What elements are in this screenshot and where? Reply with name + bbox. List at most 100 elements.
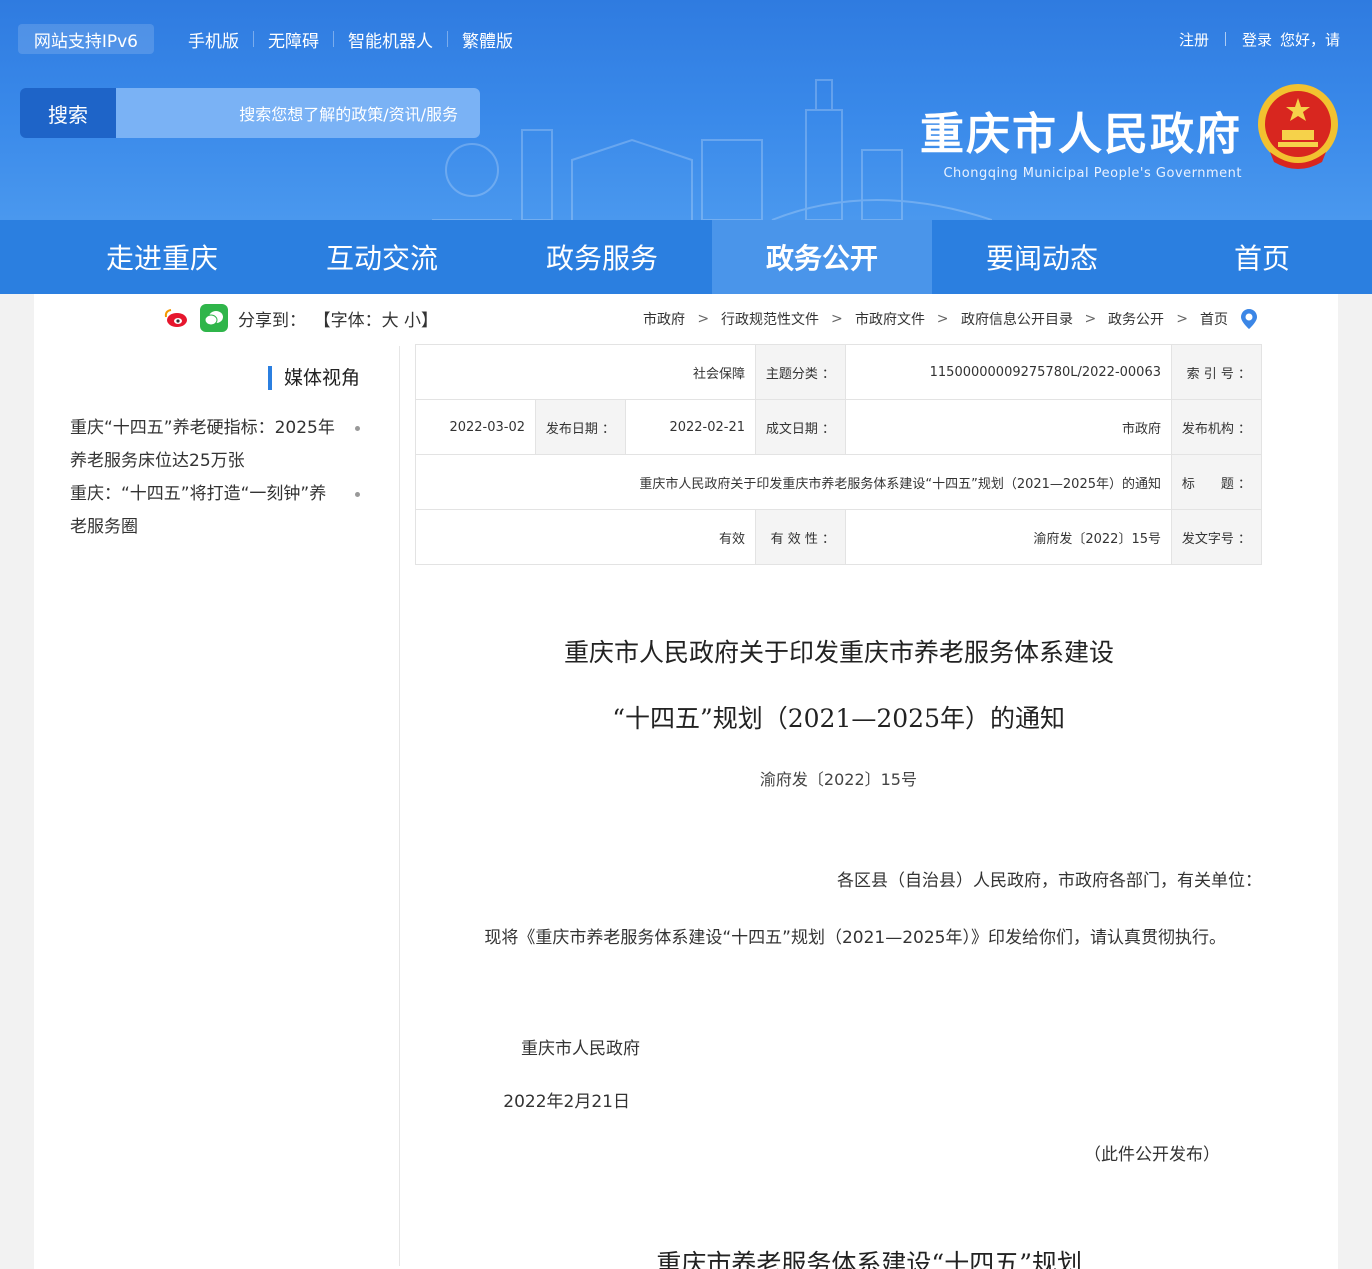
register-link[interactable]: 注册 (1179, 29, 1209, 50)
meta-index-no: 11500000009275780L/2022-00063 (929, 364, 1161, 380)
meta-value: 市政府 (845, 399, 1172, 455)
tab-label: 互动交流 (326, 242, 439, 275)
site-brand[interactable]: 重庆市人民政府 Chongqing Municipal People's Gov… (920, 98, 1242, 181)
tab-about-chongqing[interactable]: 走进重庆 (52, 220, 272, 294)
meta-label: 发布日期 ： (535, 399, 626, 455)
meta-value: 2022-03-02 (415, 399, 536, 455)
meta-label-text: 发文字号 ： (1181, 531, 1251, 547)
breadcrumb-separator: < (831, 311, 843, 327)
meta-value: 重庆市人民政府关于印发重庆市养老服务体系建设“十四五”规划（2021—2025年… (415, 454, 1172, 510)
note-text: （此件公开发布） (1084, 1145, 1220, 1165)
mobile-link[interactable]: 手机版 (188, 27, 239, 52)
login-link[interactable]: 登录 (1242, 29, 1272, 50)
divider (333, 31, 335, 47)
date-text: 2022年2月21日 (503, 1092, 630, 1112)
accessibility-link[interactable]: 无障碍 (268, 27, 319, 52)
meta-label: 标 题 ： (1171, 454, 1262, 510)
sidebar-title: 媒体视角 (267, 366, 360, 390)
tab-label: 政务服务 (546, 242, 659, 275)
breadcrumb-normative-docs[interactable]: 行政规范性文件 (721, 309, 819, 329)
list-item[interactable]: 重庆：“十四五”将打造“一刻钟”养老服务圈 (70, 478, 360, 544)
wechat-icon[interactable] (200, 304, 228, 332)
body-text: 现将《重庆市养老服务体系建设“十四五”规划（2021—2025年）》印发给你们，… (484, 928, 1226, 948)
tab-services[interactable]: 政务服务 (492, 220, 712, 294)
meta-topic: 社会保障 (692, 366, 745, 382)
location-pin-icon (1241, 309, 1257, 329)
meta-label: 有 效 性 ： (755, 509, 846, 565)
search-button[interactable]: 搜索 (20, 88, 116, 138)
meta-label-text: 标 题 ： (1181, 476, 1251, 492)
table-row: 标 题 ： 重庆市人民政府关于印发重庆市养老服务体系建设“十四五”规划（2021… (415, 454, 1262, 510)
sidebar-list: 重庆“十四五”养老硬指标：2025年养老服务床位达25万张 重庆：“十四五”将打… (70, 412, 360, 544)
table-row: 发文字号 ： 渝府发〔2022〕15号 有 效 性 ： 有效 (415, 509, 1262, 565)
article-title-line2: “十四五”规划（2021—2025年）的通知 (612, 704, 1065, 733)
ipv6-badge: 网站支持IPv6 (34, 31, 139, 52)
article-body: 现将《重庆市养老服务体系建设“十四五”规划（2021—2025年）》印发给你们，… (484, 923, 1226, 948)
share-bar: 分享到： (162, 304, 306, 332)
meta-label: 索 引 号 ： (1171, 344, 1262, 400)
article-doc-number: 渝府发〔2022〕15号 (759, 770, 918, 789)
table-row: 发布机构 ： 市政府 成文日期 ： 2022-02-21 发布日期 ： 2022… (415, 399, 1262, 455)
breadcrumb: 首页 < 政务公开 < 政府信息公开目录 < 市政府文件 < 行政规范性文件 <… (643, 308, 1258, 330)
article-note: （此件公开发布） (1084, 1140, 1220, 1165)
meta-issuer: 市政府 (1121, 421, 1161, 437)
meta-label: 主题分类 ： (755, 344, 846, 400)
site-header: 您好，请 登录 注册 繁體版 智能机器人 无障碍 手机版 网站支持IPv6 重庆… (0, 0, 1372, 220)
share-label: 分享到： (238, 310, 306, 331)
article: 重庆市人民政府关于印发重庆市养老服务体系建设 “十四五”规划（2021—2025… (415, 620, 1262, 790)
document-metadata-table: 索 引 号 ： 11500000009275780L/2022-00063 主题… (415, 344, 1262, 565)
national-emblem-icon (1258, 84, 1338, 169)
breadcrumb-row: 首页 < 政务公开 < 政府信息公开目录 < 市政府文件 < 行政规范性文件 <… (34, 294, 1338, 344)
meta-label: 发布机构 ： (1171, 399, 1262, 455)
column-divider (399, 346, 400, 1266)
table-row: 索 引 号 ： 11500000009275780L/2022-00063 主题… (415, 344, 1262, 400)
breadcrumb-municipal-gov[interactable]: 市政府 (643, 309, 685, 329)
meta-value: 渝府发〔2022〕15号 (845, 509, 1172, 565)
meta-pub-date: 2022-03-02 (449, 419, 525, 435)
meta-label: 发文字号 ： (1171, 509, 1262, 565)
tab-government-affairs[interactable]: 政务公开 (712, 220, 932, 294)
robot-link[interactable]: 智能机器人 (348, 27, 433, 52)
search-placeholder: 搜索您想了解的政策/资讯/服务 (239, 105, 458, 124)
weibo-icon[interactable] (162, 304, 190, 332)
sidebar-link[interactable]: 重庆“十四五”养老硬指标：2025年养老服务床位达25万张 (70, 412, 338, 478)
page: 您好，请 登录 注册 繁體版 智能机器人 无障碍 手机版 网站支持IPv6 重庆… (0, 0, 1372, 1269)
sidebar-link[interactable]: 重庆：“十四五”将打造“一刻钟”养老服务圈 (70, 478, 338, 544)
traditional-chinese-link[interactable]: 繁體版 (462, 27, 513, 52)
list-item[interactable]: 重庆“十四五”养老硬指标：2025年养老服务床位达25万张 (70, 412, 360, 478)
media-sidebar: 媒体视角 重庆“十四五”养老硬指标：2025年养老服务床位达25万张 重庆：“十… (70, 366, 360, 544)
breadcrumb-info-catalog[interactable]: 政府信息公开目录 (961, 309, 1073, 329)
signer-text: 重庆市人民政府 (521, 1039, 640, 1059)
meta-label: 成文日期 ： (755, 399, 846, 455)
meta-doc-no: 渝府发〔2022〕15号 (1033, 531, 1161, 547)
article-signer: 重庆市人民政府 (521, 1034, 640, 1059)
tab-interaction[interactable]: 互动交流 (272, 220, 492, 294)
greeting-text: 您好，请 (1279, 30, 1340, 49)
breadcrumb-home[interactable]: 首页 (1200, 309, 1228, 329)
site-search: 搜索您想了解的政策/资讯/服务 搜索 (20, 88, 480, 138)
divider (253, 31, 255, 47)
article-subtitle: 重庆市养老服务体系建设“十四五”规划 (656, 1244, 1082, 1269)
meta-doc-date: 2022-02-21 (669, 419, 745, 435)
meta-label-text: 主题分类 ： (765, 366, 835, 382)
breadcrumb-separator: < (936, 311, 949, 327)
subtitle-text: 重庆市养老服务体系建设“十四五”规划 (656, 1249, 1082, 1269)
salutation-text: 各区县（自治县）人民政府，市政府各部门，有关单位： (837, 871, 1262, 891)
meta-label-text: 索 引 号 ： (1186, 366, 1251, 382)
tab-home[interactable]: 首页 (1152, 220, 1372, 294)
breadcrumb-municipal-docs[interactable]: 市政府文件 (855, 309, 925, 329)
divider (1224, 32, 1226, 46)
meta-value: 有效 (415, 509, 756, 565)
font-size-control[interactable]: 【字体：大 小】 (314, 306, 438, 331)
tab-news[interactable]: 要闻动态 (932, 220, 1152, 294)
meta-value: 2022-02-21 (625, 399, 756, 455)
meta-title: 重庆市人民政府关于印发重庆市养老服务体系建设“十四五”规划（2021—2025年… (639, 476, 1161, 492)
meta-label-text: 有 效 性 ： (770, 531, 835, 547)
article-title-line1: 重庆市人民政府关于印发重庆市养老服务体系建设 (563, 638, 1114, 667)
meta-label-text: 发布日期 ： (545, 421, 615, 437)
meta-value: 社会保障 (415, 344, 756, 400)
tab-label: 要闻动态 (986, 242, 1099, 275)
article-salutation: 各区县（自治县）人民政府，市政府各部门，有关单位： (837, 866, 1262, 891)
search-input[interactable]: 搜索您想了解的政策/资讯/服务 (116, 88, 480, 138)
breadcrumb-gov-affairs[interactable]: 政务公开 (1108, 309, 1164, 329)
